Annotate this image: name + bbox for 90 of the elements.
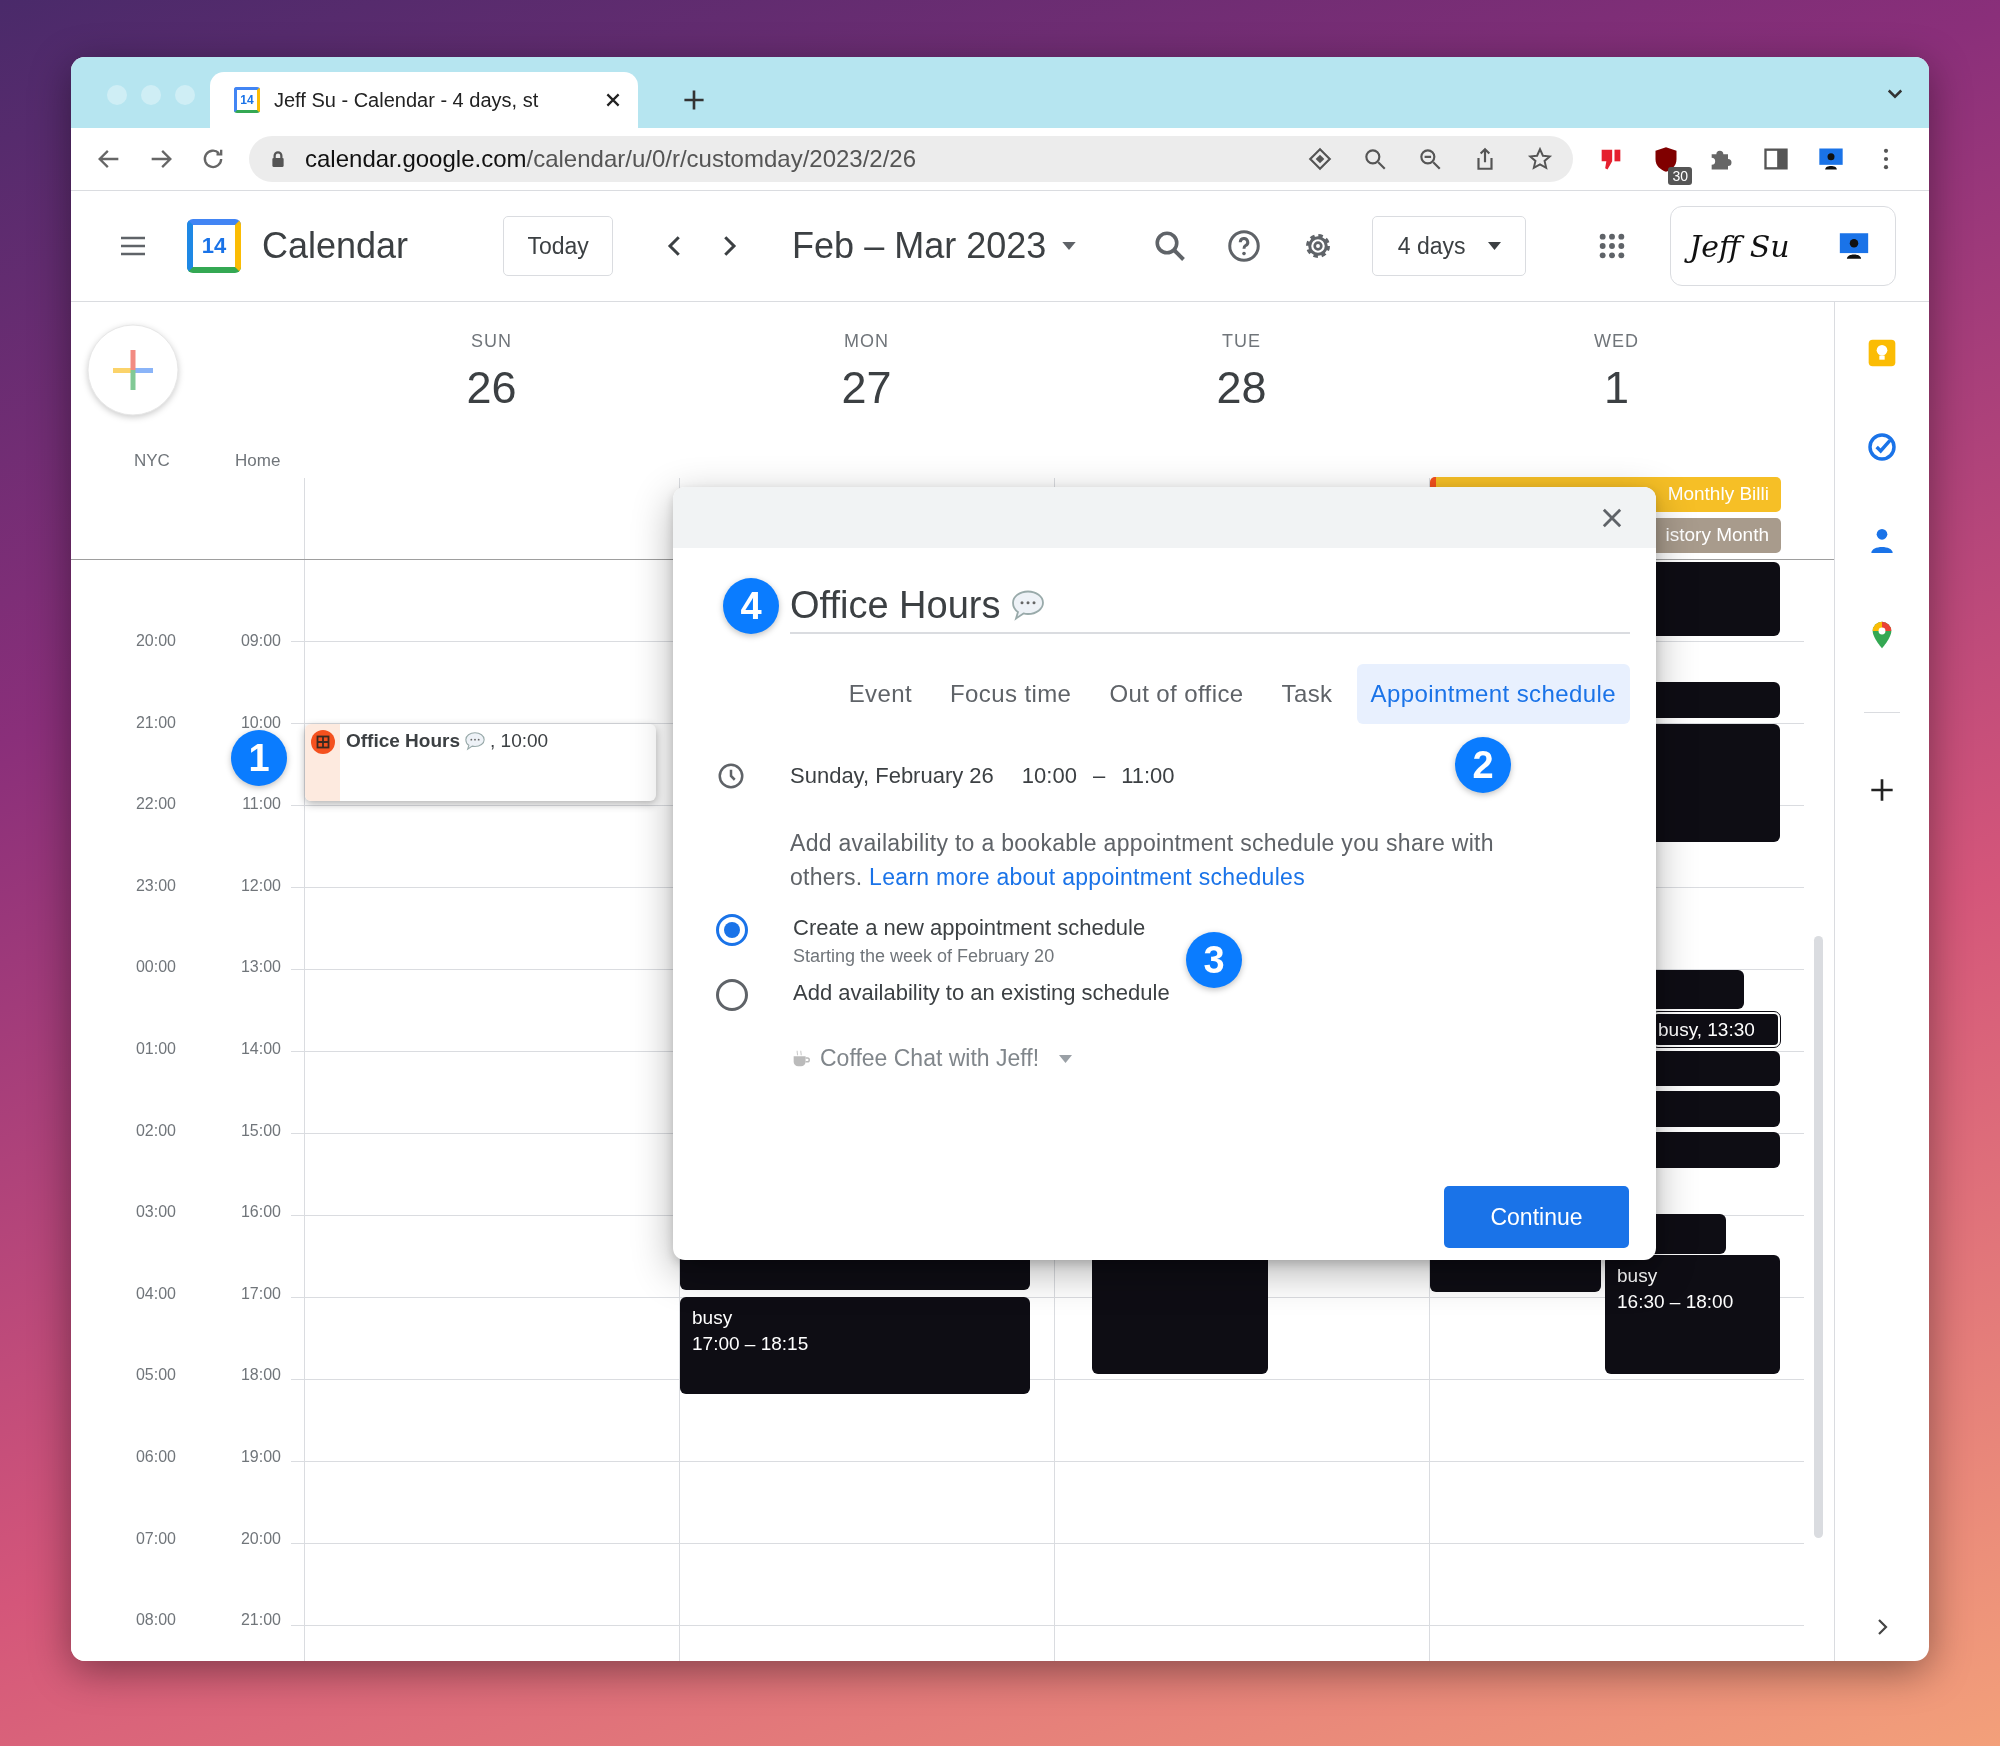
caret-icon — [1059, 1054, 1073, 1063]
busy-event[interactable]: busy 16:30 – 18:00 — [1605, 1255, 1780, 1374]
weekday-label: TUE — [1222, 331, 1261, 352]
option-label: Create a new appointment schedule — [793, 914, 1146, 942]
time-label: 07:00 — [135, 1529, 176, 1547]
event-time: , 10:00 — [490, 730, 549, 752]
weekday-label: MON — [844, 331, 889, 352]
time-label: 04:00 — [135, 1284, 176, 1302]
radio-button[interactable] — [716, 979, 748, 1011]
lock-icon — [269, 150, 287, 168]
date-range-title[interactable]: Feb – Mar 2023 — [792, 225, 1047, 267]
account-card[interactable]: Jeff Su — [1670, 206, 1897, 286]
event-time: 17:00 – 18:15 — [692, 1333, 810, 1355]
time-label: 14:00 — [240, 1039, 281, 1057]
time-label: 05:00 — [135, 1366, 176, 1384]
busy-event[interactable]: busy 17:00 – 18:15 — [680, 1297, 1030, 1394]
time-label: 11:00 — [242, 795, 281, 813]
weekday-label: WED — [1594, 331, 1639, 352]
caret-icon[interactable] — [1062, 242, 1077, 250]
time-label: 23:00 — [135, 876, 176, 894]
event-type-tab[interactable]: Task — [1267, 664, 1347, 724]
time-label: 02:00 — [135, 1121, 176, 1139]
continue-button[interactable]: Continue — [1444, 1186, 1629, 1248]
time-label: 15:00 — [240, 1121, 281, 1139]
event-title: busy — [692, 1307, 734, 1329]
browser-tab[interactable]: 14 Jeff Su - Calendar - 4 days, st — [210, 72, 638, 128]
timezone-label: NYC — [134, 451, 170, 471]
time-label: 19:00 — [240, 1447, 281, 1465]
date-number[interactable]: 26 — [466, 362, 517, 414]
time-label: 13:00 — [240, 958, 281, 976]
date-number[interactable]: 27 — [841, 362, 892, 414]
learn-more-link[interactable]: Learn more about appointment schedules — [869, 864, 1305, 890]
extension-badge: 30 — [1668, 167, 1692, 185]
today-button[interactable]: Today — [503, 216, 614, 276]
close-icon[interactable] — [604, 91, 622, 109]
calendar-logo: 14 — [187, 219, 241, 273]
time-label: 08:00 — [135, 1611, 176, 1629]
task-check-icon[interactable] — [1866, 431, 1898, 463]
event-date[interactable]: Sunday, February 26 — [790, 763, 994, 789]
app-title: Calendar — [262, 225, 409, 267]
date-number[interactable]: 28 — [1216, 362, 1267, 414]
event-title: busy — [1617, 1265, 1659, 1287]
event-type-tab[interactable]: Appointment schedule — [1356, 664, 1630, 724]
weekday-label: SUN — [471, 331, 512, 352]
time-label: 12:00 — [240, 876, 281, 894]
option-label: Add availability to an existing schedule — [793, 979, 1170, 1007]
help-icon[interactable] — [1226, 228, 1263, 264]
time-label: 21:00 — [135, 713, 176, 731]
time-label: 22:00 — [135, 795, 176, 813]
time-label: 10:00 — [240, 713, 281, 731]
new-tab-icon[interactable] — [682, 88, 706, 112]
speech-bubble-icon — [464, 730, 487, 752]
time-label: 03:00 — [135, 1203, 176, 1221]
grid-icon — [310, 730, 335, 754]
time-label: 16:00 — [240, 1203, 281, 1221]
time-label: 21:00 — [240, 1611, 281, 1629]
event-type-tab[interactable]: Focus time — [936, 664, 1086, 724]
option-sublabel: Starting the week of February 20 — [793, 946, 1056, 967]
time-label: 18:00 — [240, 1366, 281, 1384]
zoom-out-icon[interactable] — [1417, 146, 1443, 172]
star-icon[interactable] — [1527, 146, 1553, 172]
scrollbar[interactable] — [1814, 936, 1823, 1538]
event-time: 16:30 – 18:00 — [1617, 1291, 1735, 1313]
time-separator: – — [1092, 763, 1106, 789]
address-field[interactable]: calendar.google.com/calendar/u/0/r/customday/2023/2/26 — [249, 136, 1573, 182]
title-field[interactable]: Office Hours — [790, 578, 1630, 634]
event-type-tab[interactable]: Out of office — [1095, 664, 1258, 724]
calendar-event[interactable]: Office Hours , 10:00 — [305, 724, 656, 801]
radio-button[interactable] — [716, 914, 748, 946]
timezone-label: Home — [235, 451, 281, 471]
event-type-tab[interactable]: Event — [834, 664, 926, 724]
time-label: 17:00 — [240, 1284, 281, 1302]
end-time[interactable]: 11:00 — [1121, 763, 1175, 789]
event-title: busy, 13:30 — [1658, 1019, 1756, 1041]
time-label: 20:00 — [135, 632, 176, 649]
diamond-icon[interactable] — [1307, 146, 1333, 172]
time-label: 20:00 — [240, 1529, 281, 1547]
time-label: 06:00 — [135, 1447, 176, 1465]
date-number[interactable]: 1 — [1604, 362, 1629, 414]
time-label: 09:00 — [240, 632, 281, 649]
caret-icon — [1487, 242, 1501, 250]
time-label: 01:00 — [135, 1039, 176, 1057]
time-label: 00:00 — [135, 958, 176, 976]
view-dropdown[interactable]: 4 days — [1372, 216, 1527, 276]
event-title: Office Hours — [346, 730, 461, 752]
calendar-favicon: 14 — [234, 87, 260, 113]
search-icon[interactable] — [1362, 146, 1388, 172]
start-time[interactable]: 10:00 — [1021, 763, 1077, 789]
description-text: Add availability to a bookable appointment schedule you share with others. Learn more about appointment schedules — [790, 829, 1495, 892]
clock-icon — [716, 761, 746, 791]
